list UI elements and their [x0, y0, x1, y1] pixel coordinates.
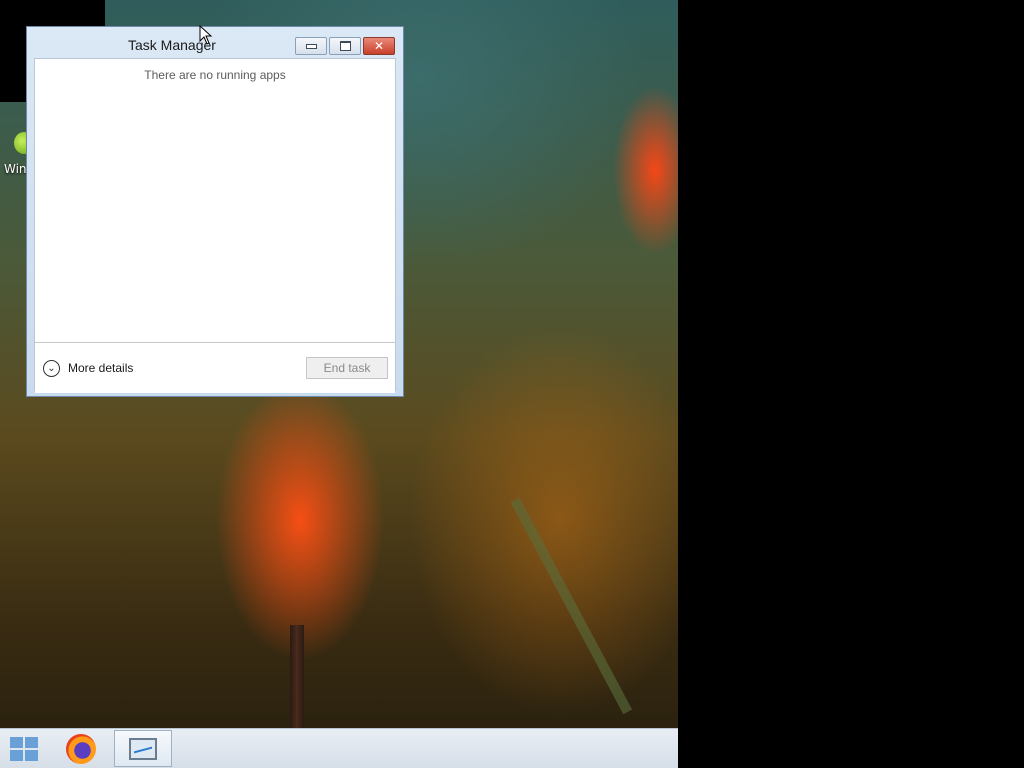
wallpaper-grass	[510, 497, 633, 715]
more-details-button[interactable]: ⌄ More details	[43, 357, 133, 379]
wallpaper-tulip-stem	[290, 625, 304, 728]
taskbar	[0, 728, 678, 768]
desktop-shortcut-label: Win	[4, 162, 27, 176]
mouse-cursor-icon	[199, 25, 213, 45]
footer-bar: ⌄ More details End task	[35, 342, 395, 393]
start-button[interactable]	[10, 737, 38, 761]
task-manager-window: Task Manager ✕ There are no running apps…	[26, 26, 404, 397]
close-button[interactable]: ✕	[363, 37, 395, 55]
more-details-label: More details	[68, 361, 134, 375]
taskbar-firefox[interactable]	[52, 730, 110, 767]
chevron-down-icon: ⌄	[43, 359, 60, 377]
desktop: Win Task Manager ✕ There are no running …	[0, 0, 678, 728]
app-list-area: There are no running apps ⌄ More details…	[34, 58, 396, 393]
title-bar[interactable]: Task Manager ✕	[27, 27, 403, 57]
windows-logo-icon	[10, 737, 23, 748]
end-task-button[interactable]: End task	[306, 357, 388, 379]
maximize-button[interactable]	[329, 37, 361, 55]
minimize-button[interactable]	[295, 37, 327, 55]
empty-state-message: There are no running apps	[144, 68, 286, 82]
maximize-icon	[339, 41, 351, 51]
task-manager-icon	[129, 737, 157, 760]
taskbar-task-manager[interactable]	[114, 730, 172, 767]
firefox-icon	[66, 733, 96, 764]
close-icon: ✕	[373, 39, 385, 53]
minimize-icon	[305, 43, 317, 49]
